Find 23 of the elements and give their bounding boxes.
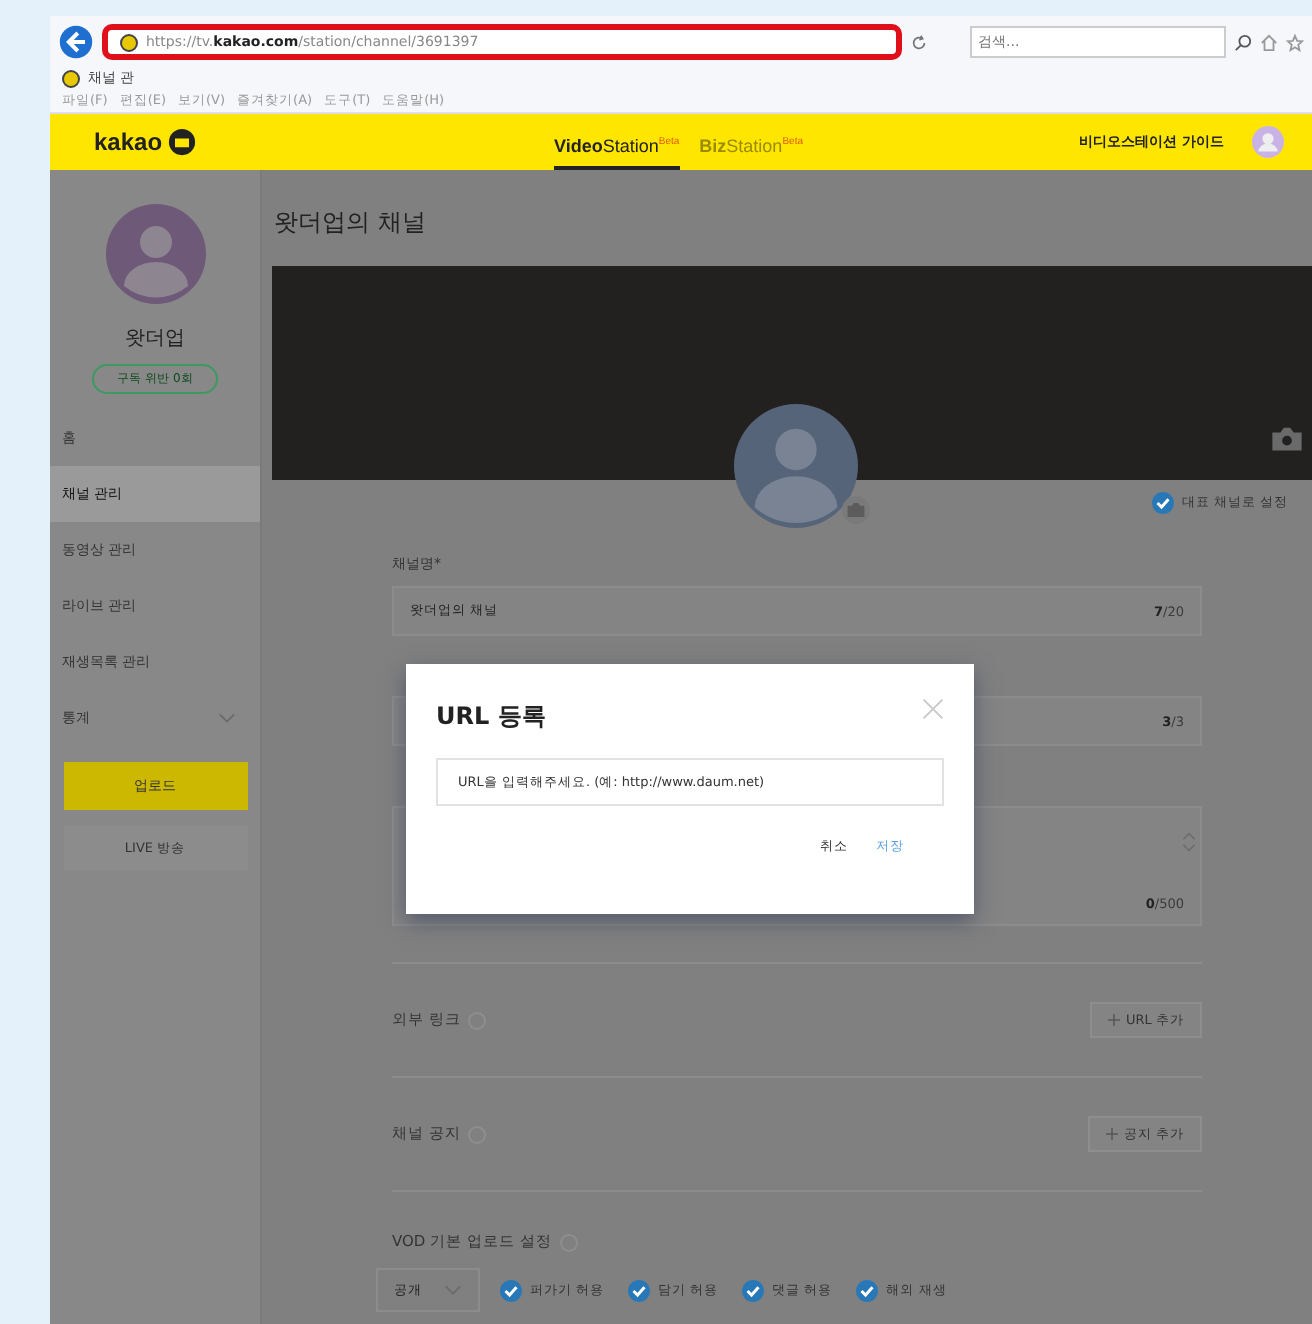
- dialog-title: URL 등록: [436, 700, 546, 734]
- back-icon[interactable]: [58, 24, 94, 60]
- page-title: 왓더업의 채널: [272, 206, 428, 240]
- avatar-icon: [105, 204, 205, 304]
- plus-icon: [1108, 1014, 1121, 1026]
- tv-logo-icon: [168, 128, 197, 156]
- home-icon[interactable]: [1260, 33, 1278, 51]
- favicon-icon: [120, 33, 138, 51]
- logo-text[interactable]: kakao: [94, 128, 163, 156]
- checkbox[interactable]: [742, 1279, 765, 1301]
- favicon-icon: [62, 69, 80, 87]
- refresh-icon[interactable]: [910, 33, 928, 51]
- checkbox[interactable]: [500, 1279, 522, 1301]
- channel-name: 왓더업: [125, 326, 185, 352]
- avatar-icon[interactable]: [734, 404, 858, 528]
- plus-icon: [1105, 1128, 1118, 1140]
- search-icon[interactable]: [1234, 33, 1252, 51]
- checkbox[interactable]: [628, 1279, 651, 1301]
- checkbox[interactable]: [1151, 492, 1174, 514]
- camera-icon[interactable]: [1270, 426, 1304, 452]
- star-icon[interactable]: [1286, 33, 1304, 51]
- nav-tab[interactable]: BizStation$^{Beta}$: [699, 114, 803, 170]
- checkbox[interactable]: [856, 1279, 879, 1301]
